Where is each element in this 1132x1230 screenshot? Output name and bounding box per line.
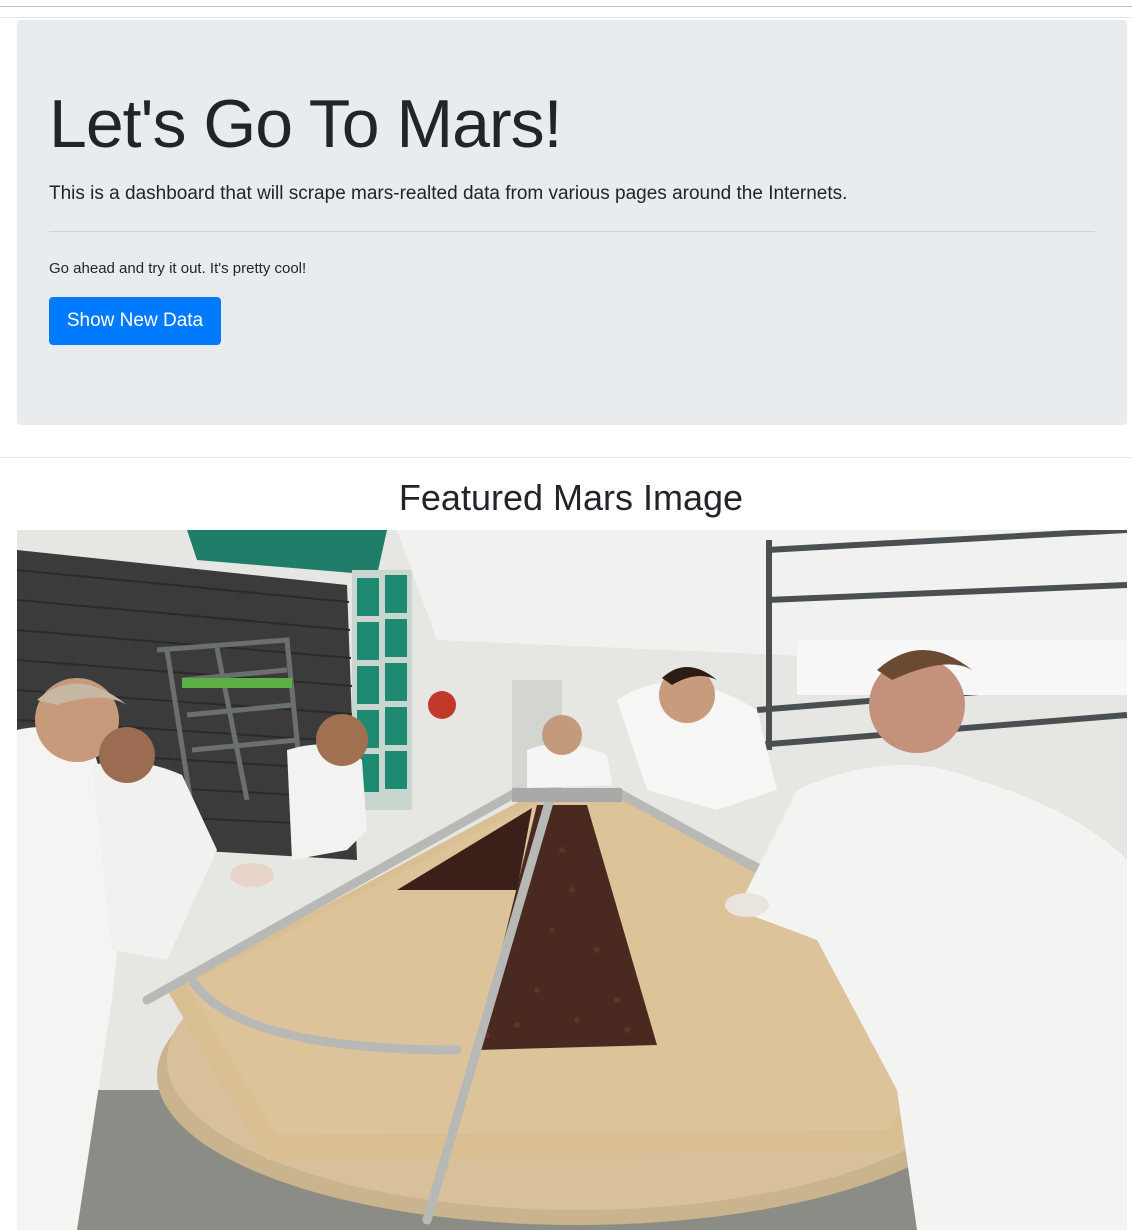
top-divider [0, 6, 1132, 7]
show-new-data-button[interactable]: Show New Data [49, 297, 221, 345]
top-divider-secondary [0, 17, 1132, 18]
jumbotron: Let's Go To Mars! This is a dashboard th… [17, 20, 1127, 425]
section-divider [0, 457, 1132, 458]
subtext: Go ahead and try it out. It's pretty coo… [49, 260, 307, 277]
featured-image-heading: Featured Mars Image [398, 477, 744, 518]
featured-mars-image [17, 530, 1127, 1230]
featured-image-illustration [17, 530, 1127, 1230]
page-title: Let's Go To Mars! [49, 86, 562, 162]
lead-text: This is a dashboard that will scrape mar… [49, 183, 848, 204]
jumbotron-divider [49, 231, 1095, 232]
